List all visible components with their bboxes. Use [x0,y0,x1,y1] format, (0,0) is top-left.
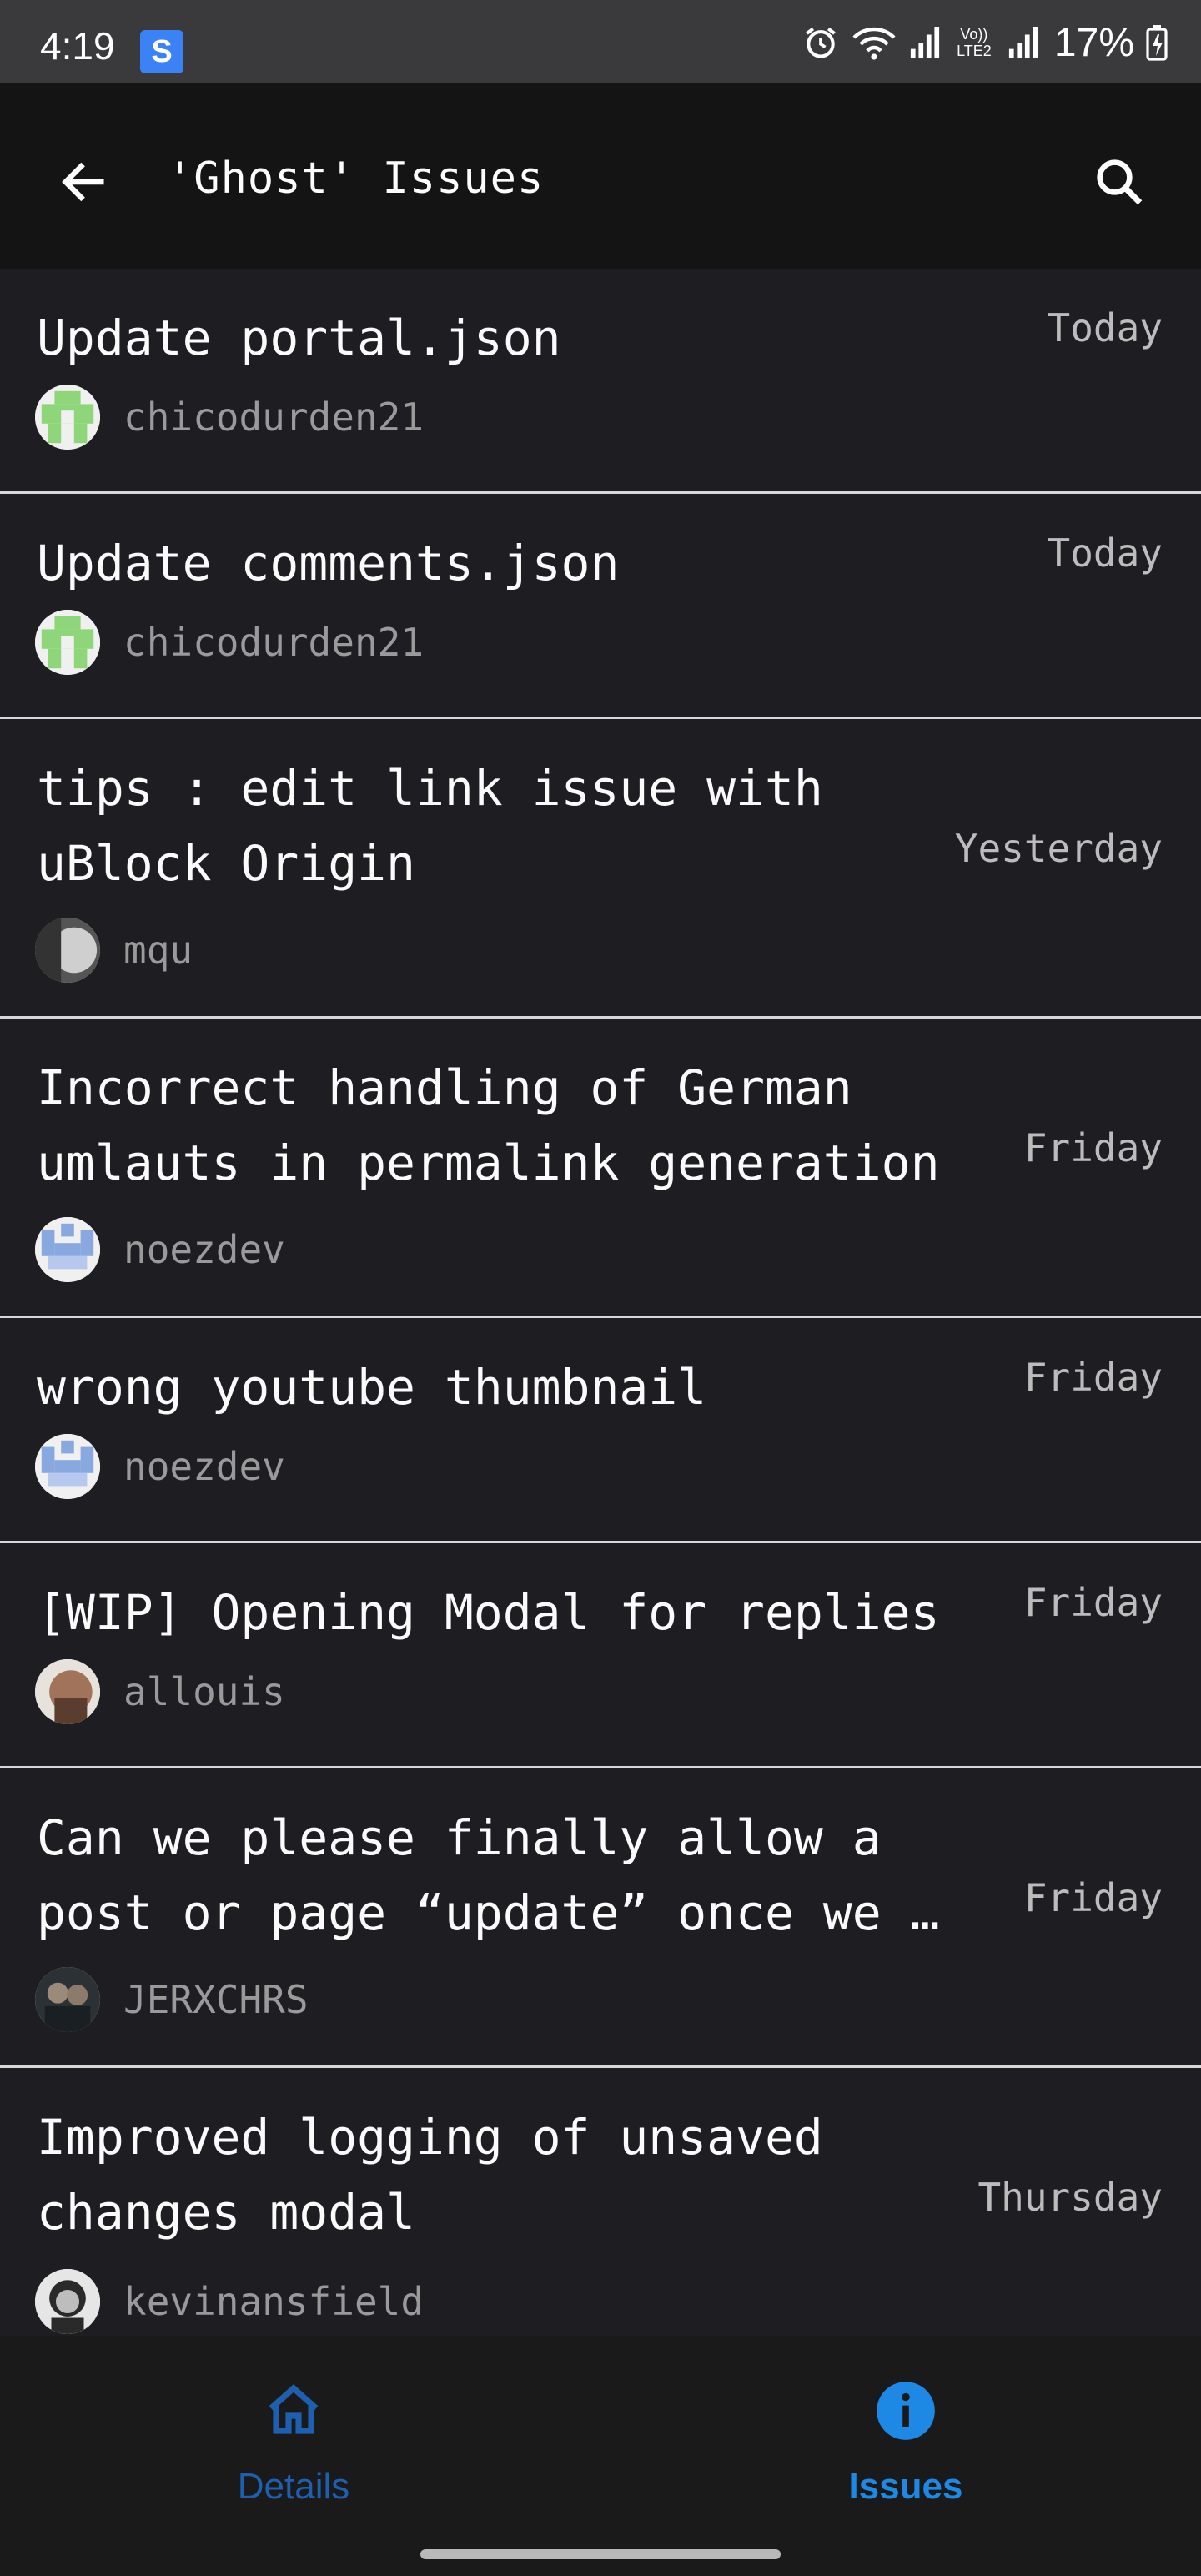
issue-author: noezdev [35,1217,285,1282]
author-name: mqu [123,928,193,973]
nav-details[interactable]: Details [168,2377,419,2508]
issue-title: tips : edit link issue with uBlock Origi… [37,760,823,892]
page-title: 'Ghost' Issues [167,153,545,204]
issue-title: [WIP] Opening Modal for replies [37,1584,940,1641]
issue-title: Update portal.json [37,309,561,366]
avatar [35,1659,100,1724]
issue-row[interactable]: Incorrect handling of German umlauts in … [0,1019,1201,1318]
issue-title: Improved logging of unsaved changes moda… [37,2109,823,2241]
avatar [35,1434,100,1499]
author-name: kevinansfield [123,2279,425,2324]
bottom-navigation: Details Issues [0,2336,1201,2576]
issue-title: Can we please finally allow a post or pa… [37,1809,940,1941]
issue-list: Update portal.json Today chicodurden21 U… [0,269,1201,2367]
avatar [35,1967,100,2032]
issue-author: chicodurden21 [35,385,424,450]
network-label: Vo)) LTE2 [957,26,992,59]
issue-date: Yesterday [954,826,1163,871]
status-icons: Vo)) LTE2 17% [791,20,1168,65]
signal-icon-2 [1008,23,1039,62]
issue-row[interactable]: tips : edit link issue with uBlock Origi… [0,719,1201,1019]
author-name: noezdev [123,1227,285,1272]
avatar [35,2269,100,2334]
issue-date: Today [1047,305,1163,350]
status-bar: 4:19 S Vo)) LTE2 17% [0,0,1201,83]
signal-icon [909,23,941,62]
home-indicator[interactable] [420,2549,781,2559]
app-notification-icon: S [140,30,183,73]
avatar [35,610,100,675]
author-name: noezdev [123,1444,285,1489]
avatar [35,385,100,450]
issue-date: Today [1047,531,1163,576]
issue-row[interactable]: Can we please finally allow a post or pa… [0,1768,1201,2068]
issue-date: Thursday [977,2175,1163,2220]
issue-author: noezdev [35,1434,285,1499]
back-button[interactable] [43,143,123,224]
issue-row[interactable]: Improved logging of unsaved changes moda… [0,2068,1201,2367]
issue-row[interactable]: Update comments.json Today chicodurden21 [0,494,1201,719]
author-name: JERXCHRS [123,1977,309,2022]
issue-title: wrong youtube thumbnail [37,1359,707,1416]
issue-row[interactable]: wrong youtube thumbnail Friday noezdev [0,1318,1201,1543]
issue-author: mqu [35,918,193,983]
nav-issues-label: Issues [848,2466,963,2507]
issue-author: JERXCHRS [35,1967,309,2032]
issue-date: Friday [1023,1355,1163,1400]
avatar [35,1217,100,1282]
search-button[interactable] [1079,143,1159,224]
issue-date: Friday [1023,1875,1163,1920]
battery-charging-icon [1146,23,1168,62]
alarm-icon [802,23,839,62]
author-name: chicodurden21 [123,620,425,665]
issue-row[interactable]: Update portal.json Today chicodurden21 [0,269,1201,494]
battery-percent: 17% [1053,20,1134,65]
wifi-icon [851,23,897,62]
nav-issues[interactable]: Issues [781,2377,1031,2508]
issue-title: Update comments.json [37,535,620,591]
status-time: 4:19 [40,24,115,68]
home-icon [260,2377,327,2444]
avatar [35,918,100,983]
issue-row[interactable]: [WIP] Opening Modal for replies Friday a… [0,1543,1201,1768]
issue-title: Incorrect handling of German umlauts in … [37,1059,940,1191]
issue-date: Friday [1023,1580,1163,1625]
nav-details-label: Details [237,2466,350,2507]
issue-author: chicodurden21 [35,610,424,675]
app-bar: 'Ghost' Issues [0,83,1201,269]
search-icon [1092,154,1147,213]
author-name: allouis [123,1669,285,1714]
issue-author: kevinansfield [35,2269,424,2334]
author-name: chicodurden21 [123,395,425,440]
info-icon [872,2377,939,2444]
issue-author: allouis [35,1659,285,1724]
arrow-left-icon [57,155,110,212]
issue-date: Friday [1023,1125,1163,1170]
volte-icon: Vo)) LTE2 [952,23,996,62]
